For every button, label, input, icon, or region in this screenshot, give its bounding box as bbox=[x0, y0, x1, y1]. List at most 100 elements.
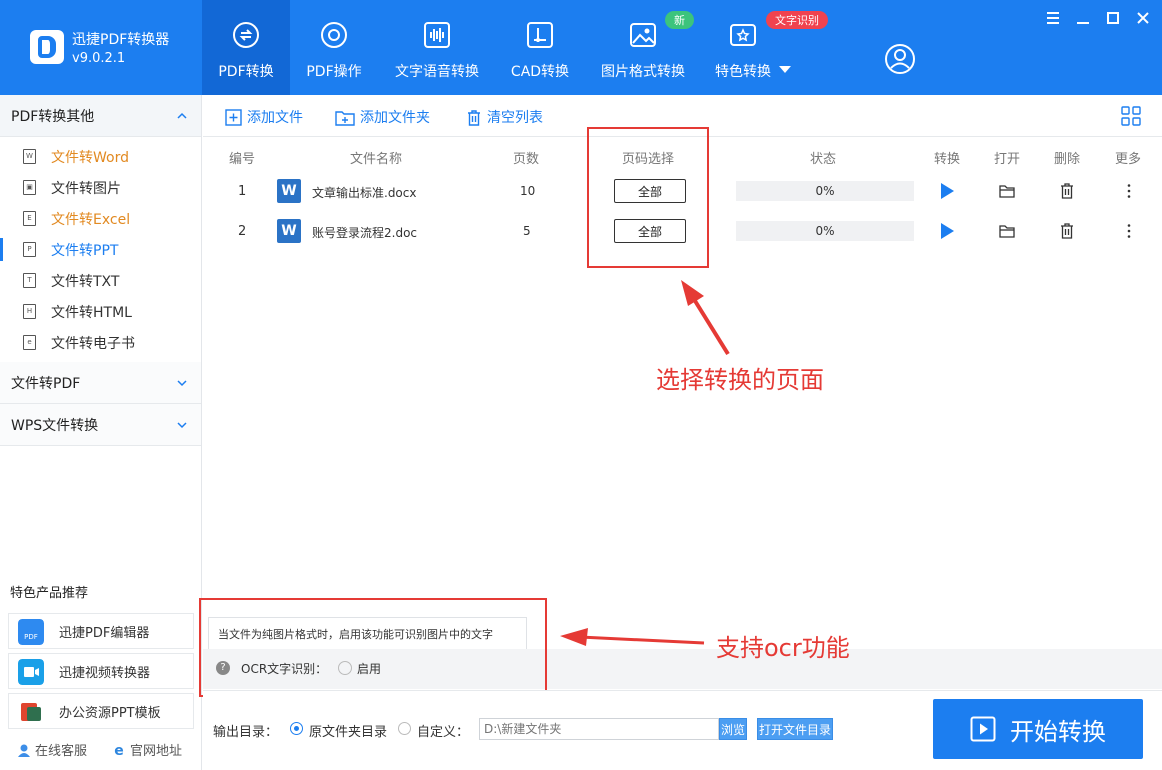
add-file-icon bbox=[225, 108, 242, 126]
tab-label: PDF转换 bbox=[218, 64, 274, 80]
sidebar-item-to-image[interactable]: ▣ 文件转图片 bbox=[0, 172, 201, 203]
more-vertical-icon[interactable] bbox=[1120, 182, 1138, 200]
ie-browser-icon: e bbox=[114, 743, 124, 757]
add-folder-label: 添加文件夹 bbox=[360, 110, 430, 126]
tab-pdf-convert[interactable]: PDF转换 bbox=[202, 0, 290, 95]
sidebar-item-label: 文件转HTML bbox=[51, 304, 132, 321]
more-vertical-icon[interactable] bbox=[1120, 222, 1138, 240]
sidebar-item-label: 文件转PPT bbox=[51, 242, 119, 259]
promo-label: 办公资源PPT模板 bbox=[59, 705, 161, 721]
row-index: 1 bbox=[238, 184, 247, 199]
online-service-label: 在线客服 bbox=[35, 744, 88, 759]
play-square-icon bbox=[970, 716, 996, 742]
caret-down-icon[interactable] bbox=[779, 66, 791, 73]
sidebar-group-wps[interactable]: WPS文件转换 bbox=[0, 404, 201, 446]
folder-open-icon[interactable] bbox=[998, 222, 1016, 240]
open-dir-button[interactable]: 打开文件目录 bbox=[757, 718, 833, 740]
promo-label: 迅捷PDF编辑器 bbox=[59, 625, 150, 641]
play-icon[interactable] bbox=[938, 182, 956, 200]
promo-label: 迅捷视频转换器 bbox=[59, 665, 151, 681]
maximize-icon[interactable] bbox=[1103, 8, 1123, 28]
clear-list-label: 清空列表 bbox=[487, 110, 543, 126]
sidebar-item-to-ppt[interactable]: P 文件转PPT bbox=[0, 234, 201, 265]
word-doc-icon: W bbox=[277, 219, 301, 243]
row-index: 2 bbox=[238, 224, 247, 239]
grid-view-icon[interactable] bbox=[1121, 106, 1141, 126]
tab-text-speech[interactable]: 文字语音转换 bbox=[388, 0, 486, 95]
app-header: 迅捷PDF转换器 v9.0.2.1 PDF转换 PDF操作 文字语音转换 CAD… bbox=[0, 0, 1162, 95]
trash-icon[interactable] bbox=[1058, 222, 1076, 240]
sidebar-item-to-word[interactable]: W 文件转Word bbox=[0, 141, 201, 172]
sidebar-item-label: 文件转电子书 bbox=[51, 335, 135, 352]
sidebar-item-to-ebook[interactable]: e 文件转电子书 bbox=[0, 327, 201, 358]
clear-list-button[interactable]: 清空列表 bbox=[466, 107, 543, 127]
tab-label: CAD转换 bbox=[510, 64, 570, 80]
online-service-link[interactable]: 在线客服 bbox=[17, 740, 87, 759]
original-folder-label: 原文件夹目录 bbox=[309, 725, 388, 740]
annotation-page-select: 选择转换的页面 bbox=[656, 366, 824, 394]
tab-label: 图片格式转换 bbox=[601, 64, 685, 80]
tab-label: 文字语音转换 bbox=[395, 64, 479, 80]
progress-bar: 0% bbox=[736, 221, 914, 241]
ocr-highlight-box bbox=[199, 598, 547, 697]
folder-open-icon[interactable] bbox=[998, 182, 1016, 200]
tab-cad[interactable]: CAD转换 bbox=[500, 0, 580, 95]
ebook-file-icon: e bbox=[23, 335, 36, 350]
official-website-label: 官网地址 bbox=[130, 744, 183, 759]
close-icon[interactable] bbox=[1133, 8, 1153, 28]
svg-text:PDF: PDF bbox=[24, 633, 38, 641]
custom-folder-radio[interactable] bbox=[398, 722, 411, 735]
app-version: v9.0.2.1 bbox=[72, 51, 126, 66]
chevron-down-icon bbox=[177, 379, 187, 386]
play-icon[interactable] bbox=[938, 222, 956, 240]
user-avatar-icon[interactable] bbox=[884, 43, 916, 75]
sidebar-group-pdf-other[interactable]: PDF转换其他 bbox=[0, 95, 201, 137]
sidebar-item-label: 文件转Word bbox=[51, 149, 129, 166]
col-header-open: 打开 bbox=[994, 152, 1021, 167]
txt-file-icon: T bbox=[23, 273, 36, 288]
ppt-template-icon bbox=[21, 703, 41, 721]
minimize-icon[interactable] bbox=[1073, 8, 1093, 28]
excel-file-icon: E bbox=[23, 211, 36, 226]
col-header-status: 状态 bbox=[810, 152, 837, 167]
trash-icon[interactable] bbox=[1058, 182, 1076, 200]
sidebar-item-label: 文件转图片 bbox=[51, 180, 121, 197]
tab-special-convert[interactable]: 特色转换 bbox=[710, 0, 776, 95]
sidebar-item-to-html[interactable]: H 文件转HTML bbox=[0, 296, 201, 327]
app-logo bbox=[30, 30, 64, 64]
add-folder-button[interactable]: 添加文件夹 bbox=[335, 107, 430, 127]
official-website-link[interactable]: e 官网地址 bbox=[112, 740, 183, 760]
col-header-index: 编号 bbox=[229, 152, 256, 167]
video-converter-icon bbox=[18, 659, 44, 685]
browse-button[interactable]: 浏览 bbox=[719, 718, 747, 740]
tab-label: 特色转换 bbox=[715, 64, 771, 80]
custom-folder-label: 自定义： bbox=[417, 725, 470, 740]
sidebar-item-to-excel[interactable]: E 文件转Excel bbox=[0, 203, 201, 234]
sidebar-group-label: PDF转换其他 bbox=[11, 108, 95, 125]
sidebar-group-file-to-pdf[interactable]: 文件转PDF bbox=[0, 362, 201, 404]
customer-service-icon bbox=[18, 744, 30, 757]
image-icon bbox=[630, 23, 656, 47]
add-folder-icon bbox=[335, 110, 355, 126]
pdf-editor-icon: PDF bbox=[18, 619, 44, 645]
original-folder-radio[interactable] bbox=[290, 722, 303, 735]
col-header-name: 文件名称 bbox=[350, 152, 403, 167]
output-path-input[interactable] bbox=[479, 718, 719, 740]
row-filename: 账号登录流程2.doc bbox=[312, 226, 418, 240]
promo-video-converter[interactable]: 迅捷视频转换器 bbox=[8, 653, 194, 689]
add-file-button[interactable]: 添加文件 bbox=[225, 107, 303, 127]
tab-pdf-operate[interactable]: PDF操作 bbox=[292, 0, 376, 95]
promo-pdf-editor[interactable]: PDF 迅捷PDF编辑器 bbox=[8, 613, 194, 649]
row-pages: 5 bbox=[523, 224, 531, 238]
pdf-convert-icon bbox=[233, 22, 259, 48]
start-convert-button[interactable]: 开始转换 bbox=[933, 699, 1143, 759]
special-convert-icon bbox=[730, 24, 756, 46]
ocr-badge: 文字识别 bbox=[766, 11, 828, 29]
menu-icon[interactable] bbox=[1043, 8, 1063, 28]
promo-ppt-templates[interactable]: 办公资源PPT模板 bbox=[8, 693, 194, 729]
sidebar-group-label: WPS文件转换 bbox=[11, 417, 99, 434]
row-filename: 文章输出标准.docx bbox=[312, 186, 417, 200]
new-badge: 新 bbox=[665, 11, 694, 29]
word-file-icon: W bbox=[23, 149, 36, 164]
sidebar-item-to-txt[interactable]: T 文件转TXT bbox=[0, 265, 201, 296]
